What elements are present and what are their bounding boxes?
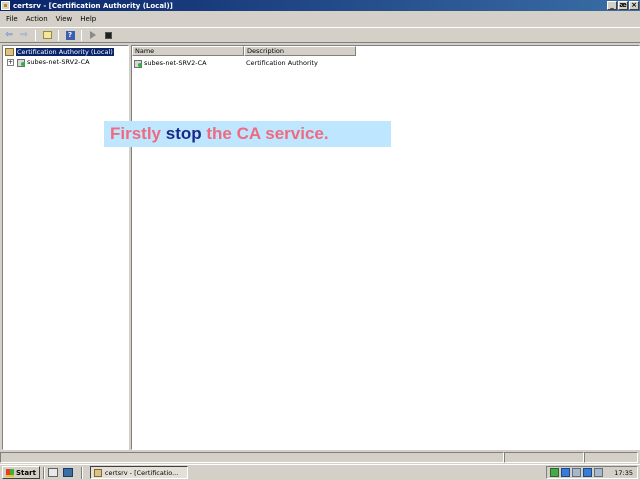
tray-security-icon[interactable] bbox=[572, 468, 581, 477]
export-list-icon bbox=[42, 31, 52, 39]
windows-logo-icon bbox=[6, 468, 14, 477]
expand-icon[interactable]: + bbox=[7, 58, 14, 66]
list-item-description: Certification Authority bbox=[246, 59, 318, 67]
menu-bar: File Action View Help bbox=[0, 12, 640, 26]
system-clock[interactable]: 17:35 bbox=[614, 469, 633, 477]
start-label: Start bbox=[16, 468, 36, 477]
stop-service-button[interactable] bbox=[102, 30, 114, 41]
start-button[interactable]: Start bbox=[2, 466, 40, 479]
export-list-button[interactable] bbox=[41, 30, 53, 41]
toolbar-separator bbox=[81, 29, 82, 41]
stop-icon bbox=[104, 31, 112, 39]
instruction-part-stop: stop bbox=[165, 124, 202, 143]
instruction-overlay: Firstly stop the CA service. bbox=[104, 121, 391, 147]
status-panel-tertiary bbox=[584, 452, 638, 463]
system-tray: 17:35 bbox=[546, 466, 638, 479]
list-item-name: subes-net-SRV2-CA bbox=[144, 59, 207, 67]
tree-item-ca[interactable]: + subes-net-SRV2-CA bbox=[7, 57, 90, 67]
tray-update-icon[interactable] bbox=[583, 468, 592, 477]
show-desktop-icon[interactable] bbox=[47, 468, 58, 477]
ca-server-icon bbox=[17, 58, 25, 67]
menu-view[interactable]: View bbox=[54, 15, 79, 23]
minimize-button[interactable]: _ bbox=[607, 1, 617, 10]
back-arrow-icon[interactable]: ⇦ bbox=[3, 30, 15, 41]
network-icon[interactable] bbox=[550, 468, 559, 477]
status-panel-main bbox=[0, 452, 504, 463]
console-tree[interactable]: Certification Authority (Local) + subes-… bbox=[2, 45, 129, 450]
server-manager-icon[interactable] bbox=[62, 468, 73, 477]
forward-arrow-icon[interactable]: ⇨ bbox=[18, 30, 30, 41]
certsrv-app-icon[interactable] bbox=[1, 1, 10, 10]
volume-icon[interactable] bbox=[594, 468, 603, 477]
toolbar: ⇦ ⇨ ? bbox=[0, 27, 640, 43]
menu-action[interactable]: Action bbox=[24, 15, 54, 23]
certsrv-task-icon bbox=[93, 468, 102, 477]
column-header-name[interactable]: Name bbox=[132, 46, 244, 56]
list-item[interactable]: subes-net-SRV2-CA Certification Authorit… bbox=[132, 58, 356, 68]
menu-help[interactable]: Help bbox=[78, 15, 102, 23]
toolbar-separator bbox=[58, 29, 59, 41]
list-header: Name Description bbox=[132, 46, 356, 56]
taskbar-button-label: certsrv - [Certificatio... bbox=[104, 468, 179, 477]
taskbar-button-certsrv[interactable]: certsrv - [Certificatio... bbox=[89, 466, 188, 479]
certificate-authority-icon bbox=[5, 48, 14, 56]
ca-server-icon bbox=[134, 59, 142, 68]
instruction-part-firstly: Firstly bbox=[110, 124, 162, 143]
help-icon: ? bbox=[65, 30, 75, 40]
column-header-description[interactable]: Description bbox=[244, 46, 356, 56]
taskbar: Start certsrv - [Certificatio... 17:35 bbox=[0, 464, 640, 480]
window-title: certsrv - [Certification Authority (Loca… bbox=[13, 1, 173, 10]
quick-launch-separator bbox=[80, 466, 83, 479]
menu-file[interactable]: File bbox=[4, 15, 24, 23]
toolbar-separator bbox=[35, 29, 36, 41]
help-button[interactable]: ? bbox=[64, 30, 76, 41]
status-bar bbox=[0, 451, 640, 464]
tree-item-label[interactable]: subes-net-SRV2-CA bbox=[27, 58, 90, 66]
window-controls: _ æ × bbox=[607, 1, 639, 10]
list-item-name-cell: subes-net-SRV2-CA bbox=[132, 59, 244, 68]
start-service-button[interactable] bbox=[87, 30, 99, 41]
instruction-text: Firstly stop the CA service. bbox=[110, 124, 329, 144]
tree-item-root[interactable]: Certification Authority (Local) bbox=[5, 47, 114, 57]
maximize-button[interactable]: æ bbox=[618, 1, 628, 10]
instruction-part-rest: the CA service. bbox=[206, 124, 329, 143]
quick-launch-separator bbox=[42, 466, 45, 479]
status-panel-secondary bbox=[504, 452, 584, 463]
play-icon bbox=[90, 31, 96, 39]
close-button[interactable]: × bbox=[629, 1, 639, 10]
screen: certsrv - [Certification Authority (Loca… bbox=[0, 0, 640, 480]
results-list[interactable]: Name Description subes-net-SRV2-CA Certi… bbox=[131, 45, 640, 450]
tray-monitor-icon[interactable] bbox=[561, 468, 570, 477]
title-bar[interactable]: certsrv - [Certification Authority (Loca… bbox=[0, 0, 640, 11]
tree-item-label[interactable]: Certification Authority (Local) bbox=[16, 48, 114, 56]
